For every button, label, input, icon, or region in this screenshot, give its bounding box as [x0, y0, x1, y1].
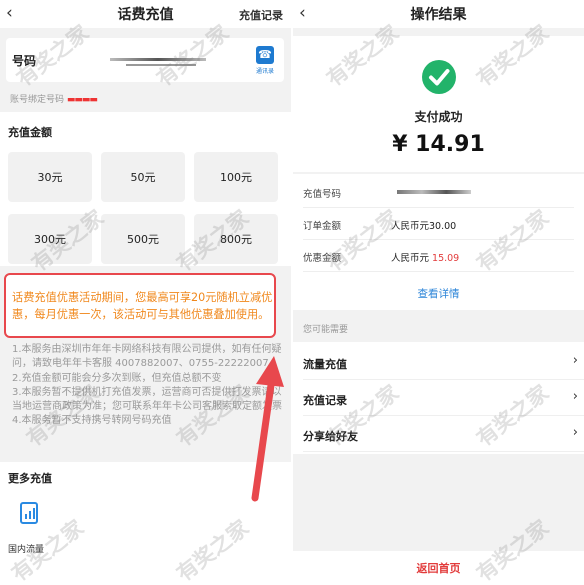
payment-status: 支付成功 — [414, 110, 463, 124]
chevron-right-icon: › — [572, 389, 578, 404]
suggestion-data-recharge[interactable]: 流量充值 › — [303, 344, 584, 380]
suggestion-label: 分享给好友 — [303, 430, 358, 443]
back-chevron-icon[interactable]: ‹ — [299, 3, 306, 23]
may-need-title: 您可能需要 — [303, 325, 349, 335]
discount-amount: 15.09 — [432, 253, 460, 264]
bottom-bar: 返回首页 — [293, 551, 584, 585]
discount-prefix: 人民币元 — [391, 253, 433, 264]
order-details: 充值号码 订单金额 人民币元30.00 优惠金额 人民币元 15.09 查看详情 — [293, 174, 584, 310]
red-arrow-annotation — [251, 356, 284, 502]
view-details-link[interactable]: 查看详情 — [293, 286, 584, 301]
payment-amount: ¥ 14.91 — [392, 132, 485, 157]
detail-key: 订单金额 — [303, 221, 342, 232]
payment-result-card: 支付成功 ¥ 14.91 — [293, 36, 584, 172]
nav-bar: ‹ 操作结果 — [293, 0, 584, 28]
recharge-screen: ‹ 话费充值 充值记录 号码 ☎ 通讯录 账号绑定号码 ▬▬▬▬ 充值金额 30… — [0, 0, 291, 585]
detail-value: 人民币元 15.09 — [391, 250, 459, 264]
back-to-home-button[interactable]: 返回首页 — [417, 560, 461, 576]
detail-row: 订单金额 人民币元30.00 — [303, 208, 574, 240]
suggestion-list: 流量充值 › 充值记录 › 分享给好友 › — [293, 342, 584, 454]
check-circle-icon — [422, 60, 456, 94]
detail-row: 充值号码 — [303, 176, 574, 208]
detail-key: 充值号码 — [303, 189, 342, 200]
page-title: 操作结果 — [410, 7, 467, 23]
suggestion-share[interactable]: 分享给好友 › — [303, 416, 584, 452]
detail-key: 优惠金额 — [303, 253, 342, 264]
suggestion-recharge-records[interactable]: 充值记录 › — [303, 380, 584, 416]
suggestion-label: 充值记录 — [303, 394, 347, 407]
detail-value: 人民币元30.00 — [391, 221, 457, 232]
chevron-right-icon: › — [572, 353, 578, 368]
detail-row: 优惠金额 人民币元 15.09 — [303, 240, 574, 272]
chevron-right-icon: › — [572, 425, 578, 440]
suggestion-label: 流量充值 — [303, 358, 347, 371]
result-screen: ‹ 操作结果 支付成功 ¥ 14.91 充值号码 订单金额 人民币元30.00 … — [293, 0, 584, 585]
phone-number-masked — [397, 190, 471, 194]
